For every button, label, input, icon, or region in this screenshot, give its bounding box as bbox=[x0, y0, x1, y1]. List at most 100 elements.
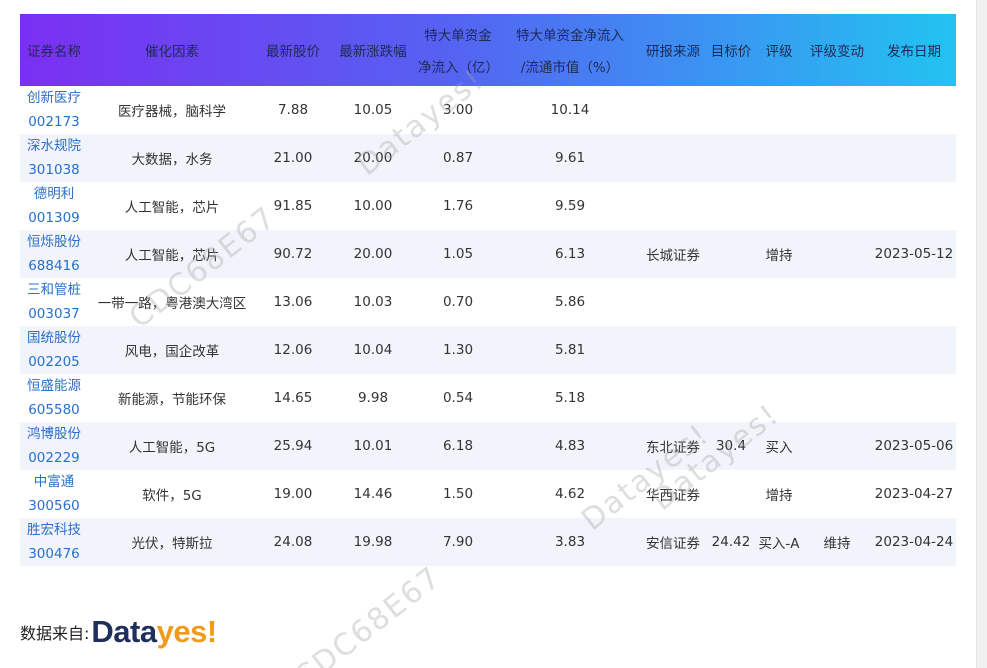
rating-change-cell bbox=[802, 470, 872, 518]
header-change: 最新涨跌幅 bbox=[339, 44, 407, 60]
price-cell: 12.06 bbox=[273, 342, 313, 358]
security-code-link[interactable]: 002229 bbox=[22, 446, 86, 470]
table-body: 创新医疗 002173 医疗器械，脑科学 7.88 10.05 3.00 10.14 深水规院… bbox=[20, 86, 956, 566]
security-cell: 国统股份 002205 bbox=[20, 326, 88, 374]
security-code-link[interactable]: 002173 bbox=[22, 110, 86, 134]
date-cell: 2023-04-27 bbox=[874, 486, 954, 502]
catalyst-cell: 大数据，水务 bbox=[131, 152, 213, 168]
header-bigflow-line2: 净流入（亿） bbox=[418, 60, 499, 76]
security-name-link[interactable]: 深水规院 bbox=[22, 134, 86, 158]
catalyst-cell: 新能源，节能环保 bbox=[118, 392, 226, 408]
source-cell bbox=[640, 374, 706, 422]
security-name-link[interactable]: 恒盛能源 bbox=[22, 374, 86, 398]
table-row: 恒盛能源 605580 新能源，节能环保 14.65 9.98 0.54 5.18 bbox=[20, 374, 956, 422]
date-cell bbox=[872, 326, 956, 374]
security-code-link[interactable]: 605580 bbox=[22, 398, 86, 422]
header-price: 最新股价 bbox=[266, 44, 320, 60]
rating-cell bbox=[756, 374, 802, 422]
table-row: 创新医疗 002173 医疗器械，脑科学 7.88 10.05 3.00 10.14 bbox=[20, 86, 956, 134]
security-cell: 恒盛能源 605580 bbox=[20, 374, 88, 422]
security-code-link[interactable]: 301038 bbox=[22, 158, 86, 182]
rating-cell bbox=[756, 86, 802, 134]
date-cell: 2023-05-06 bbox=[874, 438, 954, 454]
catalyst-cell: 医疗器械，脑科学 bbox=[118, 104, 226, 120]
security-name-link[interactable]: 三和管桩 bbox=[22, 278, 86, 302]
table-row: 德明利 001309 人工智能，芯片 91.85 10.00 1.76 9.59 bbox=[20, 182, 956, 230]
source-cell bbox=[640, 86, 706, 134]
source-cell: 安信证券 bbox=[646, 536, 700, 552]
rating-change-cell: 维持 bbox=[823, 536, 851, 552]
security-code-link[interactable]: 001309 bbox=[22, 206, 86, 230]
security-name-link[interactable]: 鸿博股份 bbox=[22, 422, 86, 446]
security-cell: 恒烁股份 688416 bbox=[20, 230, 88, 278]
catalyst-cell: 人工智能，5G bbox=[128, 440, 216, 456]
change-cell: 19.98 bbox=[353, 534, 393, 550]
security-cell: 胜宏科技 300476 bbox=[20, 518, 88, 566]
rating-change-cell bbox=[802, 422, 872, 470]
rating-cell bbox=[756, 326, 802, 374]
header-bigflow: 特大单资金 净流入（亿） bbox=[416, 14, 500, 86]
source-cell bbox=[640, 134, 706, 182]
header-ratio: 特大单资金净流入 /流通市值（%） bbox=[500, 14, 640, 86]
rating-cell bbox=[756, 278, 802, 326]
catalyst-cell: 人工智能，芯片 bbox=[124, 200, 220, 216]
date-cell: 2023-04-24 bbox=[874, 534, 954, 550]
table-header-row: 证券名称 催化因素 最新股价 最新涨跌幅 特大单资金 净流入（亿） 特大单资金净… bbox=[20, 14, 956, 86]
ratio-cell: 4.62 bbox=[554, 486, 586, 502]
rating-cell: 买入 bbox=[765, 440, 793, 456]
change-cell: 20.00 bbox=[353, 246, 393, 262]
security-name-link[interactable]: 国统股份 bbox=[22, 326, 86, 350]
header-ratio-line1: 特大单资金净流入 bbox=[516, 28, 624, 44]
security-code-link[interactable]: 003037 bbox=[22, 302, 86, 326]
security-code-link[interactable]: 300476 bbox=[22, 542, 86, 566]
rating-cell bbox=[756, 134, 802, 182]
watermark-text: CDC68E67 bbox=[287, 559, 449, 668]
bigflow-cell: 3.00 bbox=[442, 102, 474, 118]
security-name-link[interactable]: 创新医疗 bbox=[22, 86, 86, 110]
ratio-cell: 5.81 bbox=[554, 342, 586, 358]
security-cell: 鸿博股份 002229 bbox=[20, 422, 88, 470]
security-code-link[interactable]: 688416 bbox=[22, 254, 86, 278]
source-cell: 华西证券 bbox=[646, 488, 700, 504]
header-date: 发布日期 bbox=[887, 44, 941, 60]
security-name-link[interactable]: 德明利 bbox=[22, 182, 86, 206]
source-cell bbox=[640, 182, 706, 230]
security-name-link[interactable]: 胜宏科技 bbox=[22, 518, 86, 542]
bigflow-cell: 1.76 bbox=[442, 198, 474, 214]
security-cell: 创新医疗 002173 bbox=[20, 86, 88, 134]
security-cell: 德明利 001309 bbox=[20, 182, 88, 230]
target-cell bbox=[706, 470, 756, 518]
security-code-link[interactable]: 002205 bbox=[22, 350, 86, 374]
security-cell: 中富通 300560 bbox=[20, 470, 88, 518]
catalyst-cell: 人工智能，芯片 bbox=[124, 248, 220, 264]
source-cell bbox=[640, 278, 706, 326]
rating-change-cell bbox=[802, 86, 872, 134]
bigflow-cell: 0.54 bbox=[442, 390, 474, 406]
table-row: 中富通 300560 软件，5G 19.00 14.46 1.50 4.62 华西证券 增持 20… bbox=[20, 470, 956, 518]
source-cell: 东北证券 bbox=[646, 440, 700, 456]
security-code-link[interactable]: 300560 bbox=[22, 494, 86, 518]
change-cell: 10.03 bbox=[353, 294, 393, 310]
security-name-link[interactable]: 恒烁股份 bbox=[22, 230, 86, 254]
catalyst-cell: 风电，国企改革 bbox=[124, 344, 220, 360]
catalyst-cell: 光伏，特斯拉 bbox=[131, 536, 213, 552]
price-cell: 19.00 bbox=[273, 486, 313, 502]
price-cell: 91.85 bbox=[273, 198, 313, 214]
security-name-link[interactable]: 中富通 bbox=[22, 470, 86, 494]
price-cell: 24.08 bbox=[273, 534, 313, 550]
catalyst-cell: 一带一路，粤港澳大湾区 bbox=[97, 296, 247, 312]
bigflow-cell: 0.87 bbox=[442, 150, 474, 166]
price-cell: 7.88 bbox=[277, 102, 309, 118]
target-cell bbox=[706, 230, 756, 278]
ratio-cell: 4.83 bbox=[554, 438, 586, 454]
rating-cell: 增持 bbox=[765, 248, 793, 264]
vertical-scrollbar[interactable] bbox=[976, 0, 987, 668]
date-cell bbox=[872, 134, 956, 182]
header-target: 目标价 bbox=[710, 44, 752, 60]
table-row: 鸿博股份 002229 人工智能，5G 25.94 10.01 6.18 4.83 东北证券 3… bbox=[20, 422, 956, 470]
table-row: 胜宏科技 300476 光伏，特斯拉 24.08 19.98 7.90 3.83 安信证券 24… bbox=[20, 518, 956, 566]
table-row: 恒烁股份 688416 人工智能，芯片 90.72 20.00 1.05 6.13 长城证券 增… bbox=[20, 230, 956, 278]
table-row: 国统股份 002205 风电，国企改革 12.06 10.04 1.30 5.81 bbox=[20, 326, 956, 374]
security-cell: 三和管桩 003037 bbox=[20, 278, 88, 326]
date-cell bbox=[872, 374, 956, 422]
